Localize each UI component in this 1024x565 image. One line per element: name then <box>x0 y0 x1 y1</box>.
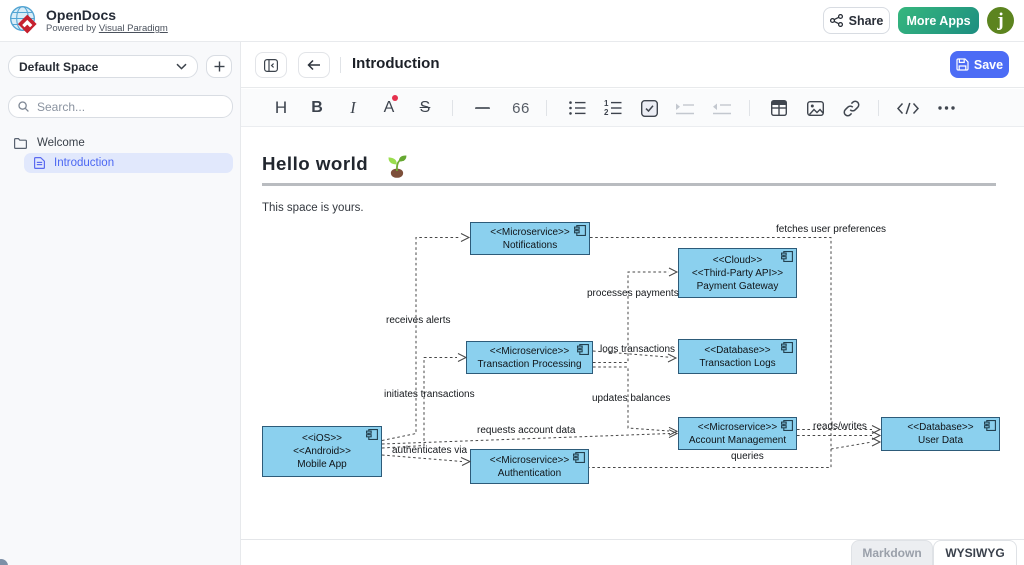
svg-text:1: 1 <box>604 100 609 108</box>
svg-text:2: 2 <box>604 108 609 116</box>
